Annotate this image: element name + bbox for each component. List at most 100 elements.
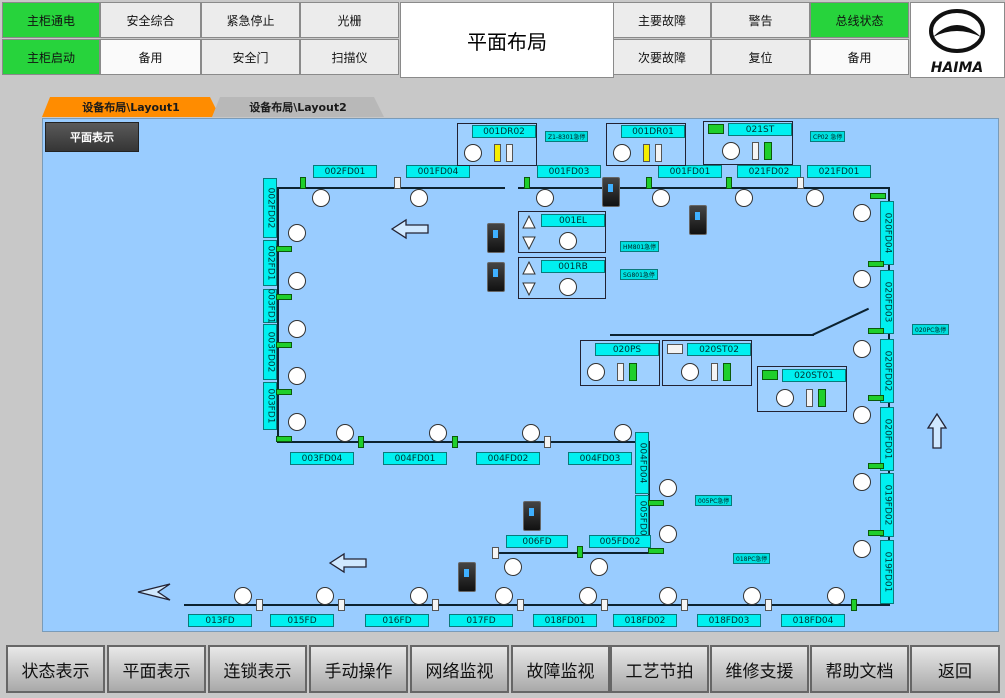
estop-tag: Z1-8301急停 [545, 131, 589, 142]
nav-network-monitor[interactable]: 网络监视 [410, 645, 509, 693]
haima-logo: HAIMA [910, 2, 1005, 78]
stopper [667, 344, 683, 354]
roller [495, 587, 513, 605]
lift-arrows-icon [522, 261, 536, 297]
device-020st01[interactable]: 020ST01 [757, 366, 847, 412]
sensor-green [648, 500, 664, 506]
station-label: 018FD03 [697, 614, 761, 627]
roller [288, 413, 306, 431]
main-cabinet-start-indicator: 主柜启动 [2, 39, 100, 75]
sensor-green [723, 363, 731, 381]
stopper [256, 599, 263, 611]
sensor-green [629, 363, 637, 381]
sensor-green [851, 599, 857, 611]
roller [559, 278, 577, 296]
scanner-indicator: 扫描仪 [300, 39, 399, 75]
estop-tag: 005PC急停 [695, 495, 733, 506]
roller [464, 144, 482, 162]
nav-plan-view[interactable]: 平面表示 [107, 645, 206, 693]
bus-status-indicator: 总线状态 [810, 2, 909, 38]
nav-maintenance-support[interactable]: 维修支援 [710, 645, 809, 693]
drive-icon[interactable] [458, 562, 476, 592]
tab-layout2[interactable]: 设备布局\Layout2 [212, 97, 384, 117]
station-vlabel: 019FD02 [880, 473, 894, 537]
stopper [394, 177, 401, 189]
flow-left-arrow-icon [328, 552, 367, 574]
roller [587, 363, 605, 381]
drive-icon[interactable] [689, 205, 707, 235]
nav-status-view[interactable]: 状态表示 [6, 645, 105, 693]
station-vlabel: 003FD02 [263, 324, 277, 380]
nav-cycle-time[interactable]: 工艺节拍 [610, 645, 709, 693]
station-label: 021FD01 [807, 165, 871, 178]
station-vlabel: 003FD1 [263, 382, 277, 430]
reset-button[interactable]: 复位 [711, 39, 810, 75]
station-vlabel: 002FD1 [263, 240, 277, 286]
stopper [765, 599, 772, 611]
roller [336, 424, 354, 442]
sensor-green [358, 436, 364, 448]
station-label: 016FD [365, 614, 429, 627]
station-vlabel: 020FD04 [880, 201, 894, 265]
stopper [506, 144, 513, 162]
estop-tag: CP02 急停 [810, 131, 846, 142]
device-020st02[interactable]: 020ST02 [662, 340, 752, 386]
nav-manual-operation[interactable]: 手动操作 [309, 645, 408, 693]
roller [681, 363, 699, 381]
stopper [601, 599, 608, 611]
roller [234, 587, 252, 605]
safety-overall-indicator: 安全综合 [100, 2, 201, 38]
estop-tag: 020PC急停 [912, 324, 950, 335]
sensor-green [524, 177, 530, 189]
station-label: 018FD01 [533, 614, 597, 627]
minor-fault-indicator: 次要故障 [613, 39, 711, 75]
nav-interlock-view[interactable]: 连锁表示 [208, 645, 307, 693]
stopper [338, 599, 345, 611]
device-001rb[interactable]: 001RB [518, 257, 606, 299]
nav-return[interactable]: 返回 [910, 645, 1000, 693]
estop-tag: SG801急停 [620, 269, 658, 280]
roller [288, 320, 306, 338]
conveyor-line [277, 188, 279, 442]
page-title: 平面布局 [400, 2, 614, 78]
station-label: 001FD03 [537, 165, 601, 178]
drive-icon[interactable] [523, 501, 541, 531]
yellow-indicator [643, 144, 650, 162]
conveyor-line [610, 334, 814, 336]
device-label: 001DR01 [621, 125, 685, 138]
roller [613, 144, 631, 162]
roller [735, 189, 753, 207]
station-vlabel: 020FD01 [880, 407, 894, 471]
conveyor-line [492, 552, 660, 554]
device-020ps[interactable]: 020PS [580, 340, 660, 386]
device-001dr01[interactable]: 001DR01 [606, 123, 686, 166]
roller [853, 340, 871, 358]
roller [806, 189, 824, 207]
station-label: 013FD [188, 614, 252, 627]
conveyor-line [518, 187, 890, 189]
sensor-green [452, 436, 458, 448]
roller [659, 587, 677, 605]
roller [288, 224, 306, 242]
stopper [432, 599, 439, 611]
device-001dr02[interactable]: 001DR02 [457, 123, 537, 166]
logo-text: HAIMA [931, 60, 984, 76]
sensor-green [276, 389, 292, 395]
tab-layout1[interactable]: 设备布局\Layout1 [42, 97, 220, 117]
nav-fault-monitor[interactable]: 故障监视 [511, 645, 610, 693]
device-021st[interactable]: 021ST [703, 121, 793, 165]
roller [316, 587, 334, 605]
stopper [617, 363, 624, 381]
light-curtain-indicator: 光栅 [300, 2, 399, 38]
nav-help-docs[interactable]: 帮助文档 [810, 645, 909, 693]
drive-icon[interactable] [487, 223, 505, 253]
roller [288, 272, 306, 290]
device-001el[interactable]: 001EL [518, 211, 606, 253]
sensor-green [764, 142, 772, 160]
roller [312, 189, 330, 207]
plan-view-button[interactable]: 平面表示 [45, 122, 139, 152]
drive-icon[interactable] [487, 262, 505, 292]
stopper [681, 599, 688, 611]
roller [522, 424, 540, 442]
drive-icon[interactable] [602, 177, 620, 207]
